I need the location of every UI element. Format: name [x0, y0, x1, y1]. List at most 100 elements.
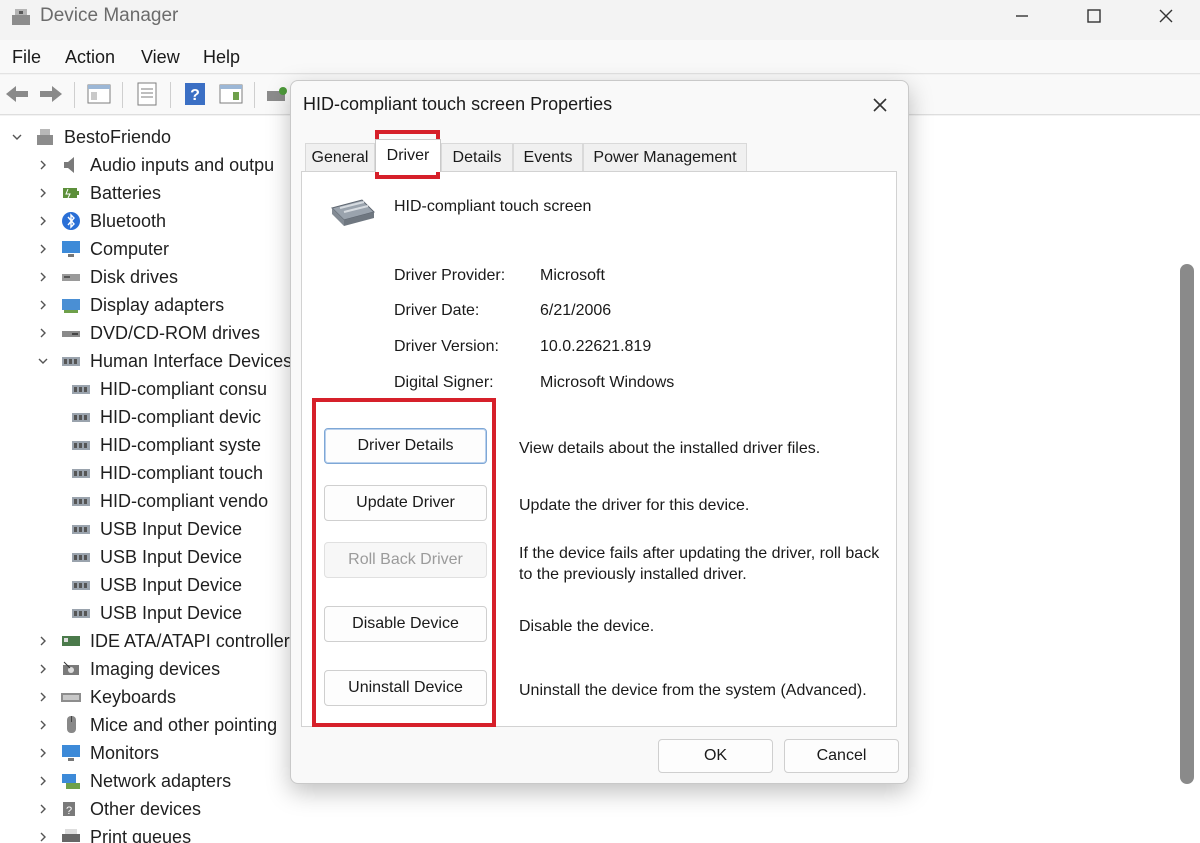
tab-power-management[interactable]: Power Management [583, 143, 747, 171]
tree-device-item[interactable]: HID-compliant syste [64, 431, 261, 459]
tree-category-item[interactable]: Monitors [36, 739, 159, 767]
tree-category-item[interactable]: Human Interface Devices [36, 347, 292, 375]
tree-category-item[interactable]: Disk drives [36, 263, 178, 291]
menu-file[interactable]: File [10, 45, 43, 70]
network-icon [60, 770, 82, 792]
chevron-right-icon[interactable] [36, 802, 50, 816]
scan-hardware-icon [267, 87, 287, 101]
chevron-right-icon[interactable] [36, 270, 50, 284]
tab-details[interactable]: Details [441, 143, 513, 171]
tree-category-item[interactable]: Mice and other pointing [36, 711, 277, 739]
menu-action[interactable]: Action [63, 45, 117, 70]
chevron-right-icon[interactable] [36, 158, 50, 172]
tree-root[interactable]: BestoFriendo [10, 123, 171, 151]
monitor-icon [60, 742, 82, 764]
tree-item-label: HID-compliant syste [100, 434, 262, 455]
tree-item-label: Display adapters [90, 294, 225, 315]
chevron-right-icon[interactable] [36, 662, 50, 676]
tab-events[interactable]: Events [513, 143, 583, 171]
tree-category-item[interactable]: Print queues [36, 823, 191, 843]
speaker-icon [60, 154, 82, 176]
tab-general[interactable]: General [305, 143, 375, 171]
chevron-right-icon[interactable] [36, 186, 50, 200]
tree-item-label: Network adapters [90, 770, 232, 791]
tree-category-item[interactable]: Batteries [36, 179, 161, 207]
tree-device-item[interactable]: USB Input Device [64, 515, 242, 543]
chevron-right-icon[interactable] [36, 746, 50, 760]
cancel-button[interactable]: Cancel [784, 739, 899, 773]
tree-category-item[interactable]: Display adapters [36, 291, 224, 319]
toolbar-separator [122, 82, 123, 108]
tree-device-item[interactable]: HID-compliant consu [64, 375, 267, 403]
chevron-right-icon[interactable] [36, 298, 50, 312]
svg-text:?: ? [190, 87, 200, 104]
driver-version-value: 10.0.22621.819 [540, 338, 652, 355]
tree-category-item[interactable]: ? Other devices [36, 795, 201, 823]
tree-device-item[interactable]: USB Input Device [64, 543, 242, 571]
digital-signer-value: Microsoft Windows [540, 374, 675, 391]
digital-signer-label: Digital Signer: [394, 374, 494, 391]
hid-icon [70, 518, 92, 540]
tree-device-item[interactable]: HID-compliant devic [64, 403, 261, 431]
tree-device-item[interactable]: USB Input Device [64, 571, 242, 599]
close-window-button[interactable] [1142, 0, 1190, 32]
chevron-right-icon[interactable] [36, 690, 50, 704]
dialog-title: HID-compliant touch screen Properties [303, 94, 613, 114]
menu-bar: File Action View Help [0, 40, 1200, 74]
tree-item-label: Batteries [90, 182, 162, 203]
tree-item-label: USB Input Device [100, 518, 243, 539]
tree-category-item[interactable]: Audio inputs and outpu [36, 151, 274, 179]
chevron-right-icon[interactable] [36, 774, 50, 788]
tree-category-item[interactable]: Imaging devices [36, 655, 220, 683]
close-icon [873, 98, 887, 112]
tree-category-item[interactable]: DVD/CD-ROM drives [36, 319, 260, 347]
tree-category-item[interactable]: Network adapters [36, 767, 231, 795]
chevron-right-icon[interactable] [36, 326, 50, 340]
tree-device-item[interactable]: HID-compliant vendo [64, 487, 268, 515]
chevron-down-icon[interactable] [36, 354, 50, 368]
minimize-button[interactable] [998, 0, 1046, 32]
scan-hardware-button[interactable] [262, 79, 292, 109]
tree-category-item[interactable]: Keyboards [36, 683, 176, 711]
back-button[interactable] [2, 79, 32, 109]
chevron-right-icon[interactable] [36, 718, 50, 732]
camera-icon [60, 658, 82, 680]
action-pane-button[interactable] [216, 79, 246, 109]
ide-icon [60, 630, 82, 652]
tab-driver[interactable]: Driver [375, 139, 441, 172]
help-button[interactable]: ? [180, 79, 210, 109]
menu-view[interactable]: View [139, 45, 182, 70]
tree-item-label: HID-compliant devic [100, 406, 262, 427]
unknown-device-icon: ? [60, 798, 82, 820]
tree-item-label: USB Input Device [100, 574, 243, 595]
chevron-down-icon[interactable] [10, 130, 24, 144]
tree-category-item[interactable]: Bluetooth [36, 207, 166, 235]
chevron-right-icon[interactable] [36, 242, 50, 256]
ok-button[interactable]: OK [658, 739, 773, 773]
minimize-icon [1016, 15, 1028, 17]
vertical-scrollbar[interactable] [1180, 264, 1194, 784]
show-hide-console-tree-button[interactable] [84, 79, 114, 109]
tree-item-label: Bluetooth [90, 210, 167, 231]
hid-icon [70, 462, 92, 484]
tree-category-item[interactable]: IDE ATA/ATAPI controllers [36, 627, 299, 655]
tree-category-item[interactable]: Computer [36, 235, 169, 263]
tree-device-item[interactable]: USB Input Device [64, 599, 242, 627]
monitor-icon [60, 238, 82, 260]
forward-button[interactable] [36, 79, 66, 109]
menu-help[interactable]: Help [201, 45, 242, 70]
tree-device-item[interactable]: HID-compliant touch [64, 459, 263, 487]
chevron-right-icon[interactable] [36, 634, 50, 648]
chevron-right-icon[interactable] [36, 830, 50, 843]
tree-item-label: Other devices [90, 798, 202, 819]
svg-text:?: ? [66, 805, 72, 817]
tree-item-label: Print queues [90, 826, 192, 843]
maximize-button[interactable] [1070, 0, 1118, 32]
help-icon: ? [185, 83, 205, 105]
properties-button[interactable] [132, 79, 162, 109]
display-adapter-icon [60, 294, 82, 316]
computer-icon [34, 126, 56, 148]
chevron-right-icon[interactable] [36, 214, 50, 228]
dialog-close-button[interactable] [862, 89, 898, 121]
hid-icon [60, 350, 82, 372]
